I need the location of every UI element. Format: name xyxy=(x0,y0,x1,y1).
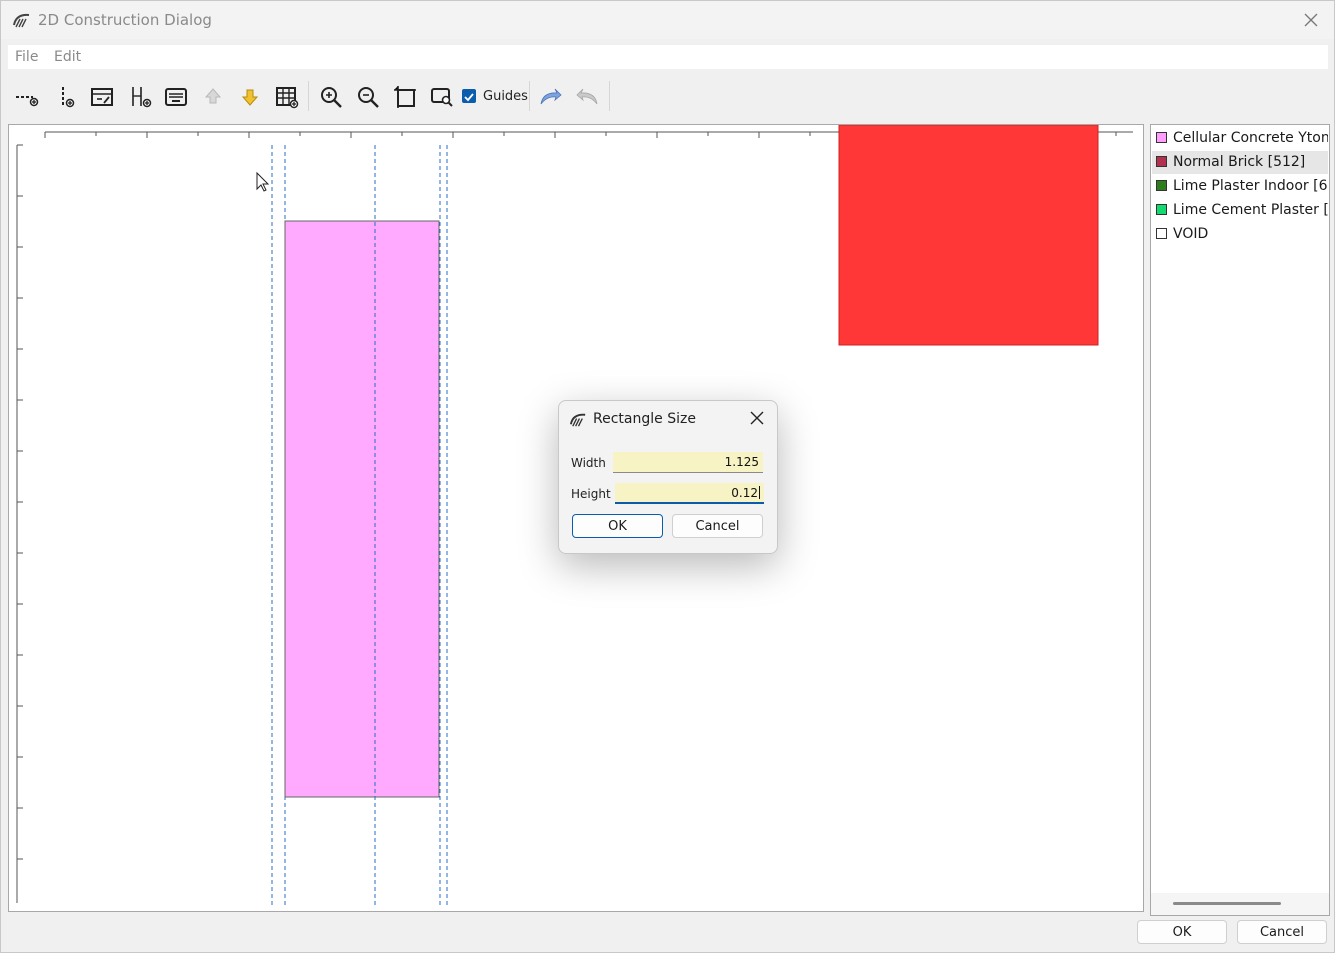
legend-item-cellular-concrete[interactable]: Cellular Concrete Ytong xyxy=(1152,127,1328,150)
add-horizontal-guide-icon xyxy=(16,96,39,107)
zoom-selection-icon xyxy=(431,88,453,107)
add-vertical-guide-icon xyxy=(62,87,75,108)
undo-icon xyxy=(540,88,562,105)
width-label: Width xyxy=(571,456,606,470)
material-list-icon xyxy=(165,88,187,106)
checkmark-icon xyxy=(464,93,474,102)
legend-item-normal-brick[interactable]: Normal Brick [512] xyxy=(1152,151,1328,174)
dialog-title: Rectangle Size xyxy=(593,411,696,427)
close-icon[interactable] xyxy=(1302,11,1320,29)
title-bar: 2D Construction Dialog xyxy=(1,1,1334,39)
zoom-fit-icon xyxy=(394,86,416,108)
grid-table-icon xyxy=(276,87,299,109)
move-up-button[interactable] xyxy=(197,81,229,113)
toolbar: Guides xyxy=(8,79,648,115)
color-swatch xyxy=(1156,180,1167,191)
dialog-cancel-button[interactable]: Cancel xyxy=(672,514,763,538)
zoom-selection-button[interactable] xyxy=(426,81,458,113)
zoom-fit-button[interactable] xyxy=(389,81,421,113)
legend-item-label: Cellular Concrete Ytong xyxy=(1173,130,1328,146)
cancel-button[interactable]: Cancel xyxy=(1237,920,1327,944)
edit-rectangle-icon xyxy=(91,88,113,106)
material-list-button[interactable] xyxy=(160,81,192,113)
legend-item-lime-cement-plaster[interactable]: Lime Cement Plaster [1 xyxy=(1152,199,1328,222)
height-value: 0.12 xyxy=(731,486,758,500)
legend-item-label: Lime Cement Plaster [1 xyxy=(1173,202,1328,218)
ok-button[interactable]: OK xyxy=(1137,920,1227,944)
red-rectangle[interactable] xyxy=(838,125,1099,346)
move-down-icon xyxy=(241,89,259,106)
add-horizontal-guide-button[interactable] xyxy=(10,81,42,113)
text-caret xyxy=(759,486,760,499)
width-field[interactable]: 1.125 xyxy=(613,452,763,473)
dialog-ok-button[interactable]: OK xyxy=(572,514,663,538)
color-swatch xyxy=(1156,204,1167,215)
add-dimension-button[interactable] xyxy=(125,81,157,113)
toolbar-separator xyxy=(308,81,309,111)
pink-rectangle[interactable] xyxy=(284,220,440,798)
app-logo-icon xyxy=(569,413,586,427)
undo-button[interactable] xyxy=(534,81,566,113)
add-vertical-guide-button[interactable] xyxy=(50,81,82,113)
zoom-in-button[interactable] xyxy=(315,81,347,113)
move-up-icon xyxy=(204,88,222,104)
edit-rectangle-button[interactable] xyxy=(86,81,118,113)
redo-icon xyxy=(576,88,598,105)
toolbar-separator xyxy=(529,81,530,111)
color-swatch xyxy=(1156,156,1167,167)
horizontal-scrollbar[interactable] xyxy=(1151,893,1329,915)
move-down-button[interactable] xyxy=(234,81,266,113)
scrollbar-thumb[interactable] xyxy=(1173,902,1281,905)
legend-item-label: Normal Brick [512] xyxy=(1173,154,1306,170)
toolbar-separator xyxy=(609,81,610,111)
color-swatch xyxy=(1156,132,1167,143)
height-label: Height xyxy=(571,487,611,501)
menu-bar: File Edit xyxy=(8,45,1328,69)
legend-item-label: Lime Plaster Indoor [68 xyxy=(1173,178,1328,194)
window-title: 2D Construction Dialog xyxy=(38,11,212,29)
close-icon[interactable] xyxy=(749,410,765,426)
add-dimension-icon xyxy=(132,87,152,108)
menu-edit[interactable]: Edit xyxy=(54,49,81,65)
menu-file[interactable]: File xyxy=(15,49,38,65)
material-legend: Cellular Concrete Ytong Normal Brick [51… xyxy=(1150,124,1330,916)
guides-checkbox[interactable] xyxy=(462,89,476,103)
zoom-out-icon xyxy=(358,87,379,108)
zoom-out-button[interactable] xyxy=(352,81,384,113)
height-field[interactable]: 0.12 xyxy=(615,483,764,504)
redo-button[interactable] xyxy=(572,81,604,113)
legend-item-label: VOID xyxy=(1173,226,1209,242)
color-swatch xyxy=(1156,228,1167,239)
zoom-in-icon xyxy=(321,87,342,108)
rectangle-size-dialog: Rectangle Size Width 1.125 Height 0.12 O… xyxy=(558,400,778,554)
width-value: 1.125 xyxy=(724,455,759,469)
mouse-cursor-icon xyxy=(256,171,270,192)
legend-item-void[interactable]: VOID xyxy=(1152,223,1328,246)
app-logo-icon xyxy=(13,13,30,28)
guides-label[interactable]: Guides xyxy=(483,89,528,104)
legend-item-lime-plaster-indoor[interactable]: Lime Plaster Indoor [68 xyxy=(1152,175,1328,198)
grid-table-button[interactable] xyxy=(271,81,303,113)
